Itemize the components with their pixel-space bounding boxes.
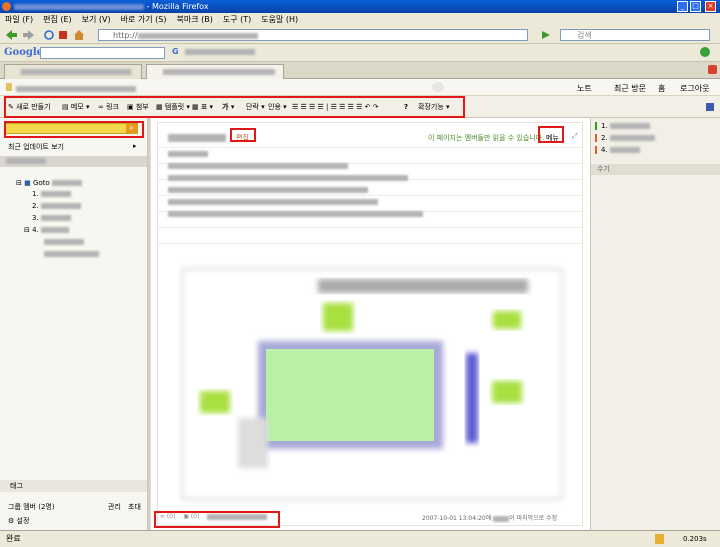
- site-name-blurred: [16, 84, 136, 93]
- recent-visits-link[interactable]: 최근 방문: [614, 83, 646, 94]
- table-button[interactable]: ▦ 표 ▾: [192, 103, 213, 111]
- title-bar: - Mozilla Firefox _ □ ×: [0, 0, 720, 13]
- right-section-header: 수기: [591, 164, 720, 175]
- menu-view[interactable]: 보기 (V): [77, 13, 116, 26]
- tree-subitem[interactable]: [44, 250, 99, 258]
- settings-link[interactable]: ⚙ 설정: [8, 516, 29, 526]
- status-text: 완료: [6, 534, 21, 543]
- link-button[interactable]: ∞ 링크: [98, 103, 119, 111]
- maximize-button[interactable]: □: [690, 1, 701, 12]
- status-indicator-icon: [700, 47, 710, 57]
- go-icon[interactable]: [541, 30, 551, 40]
- menu-button[interactable]: 메뉴: [546, 133, 559, 143]
- forward-icon: [23, 30, 34, 40]
- page-title-blurred: [14, 3, 144, 10]
- last-modified-info: 2007-10-01 13:04:20에 이 마지막으로 수정: [422, 515, 558, 522]
- edit-link[interactable]: 편집: [236, 133, 249, 143]
- site-icon: [6, 83, 12, 91]
- app-header-bar: 노트 최근 방문 홈 로그아웃: [0, 79, 720, 96]
- sidebar-search-input[interactable]: ⌕: [5, 123, 138, 134]
- expand-icon[interactable]: ⤢: [572, 132, 578, 141]
- url-bar[interactable]: http://: [98, 29, 528, 41]
- right-panel: 1. 2. 4. 수기: [590, 118, 720, 530]
- page-body-text: [168, 151, 468, 223]
- menu-file[interactable]: 파일 (F): [0, 13, 38, 26]
- comments-count[interactable]: ∞ (0): [160, 513, 175, 520]
- back-icon: [6, 30, 17, 40]
- wiki-page: 편집 이 페이지는 멤버들만 읽을 수 있습니다. 메뉴 ⤢ ∞ (0) ▣ (…: [157, 122, 583, 526]
- group-members[interactable]: 그룹 멤버 (2명) 관리 초대: [8, 502, 143, 512]
- tree-item[interactable]: 3.: [32, 214, 71, 222]
- url-text: http://: [113, 31, 138, 40]
- google-toolbar-buttons[interactable]: [185, 47, 265, 56]
- memo-button[interactable]: ▤ 메모 ▾: [62, 103, 89, 111]
- page-title-blurred: [168, 133, 226, 142]
- recent-updates-link[interactable]: 최근 업데이트 보기 ▸: [8, 142, 137, 152]
- tab-bar: [0, 62, 720, 79]
- attach-button[interactable]: ▣ 첨부: [127, 103, 149, 111]
- search-icon[interactable]: ⌕: [126, 124, 137, 133]
- tab-2[interactable]: [146, 64, 284, 79]
- right-item[interactable]: 4.: [595, 146, 715, 154]
- right-item[interactable]: 2.: [595, 134, 715, 142]
- logout-link[interactable]: 로그아웃: [680, 83, 709, 94]
- search-input[interactable]: 검색: [560, 29, 710, 41]
- embedded-diagram-image: [181, 268, 563, 500]
- sidebar: ⌕ 최근 업데이트 보기 ▸ ⊟ ■ Goto 1. 2. 3. ⊟ 4. 태그 …: [0, 118, 148, 530]
- home-link[interactable]: 홈: [658, 83, 665, 94]
- menu-bar: 파일 (F) 편집 (E) 보기 (V) 바로 가기 (S) 북마크 (B) 도구 (T)…: [0, 13, 720, 26]
- stop-icon: [59, 31, 67, 39]
- tree-item[interactable]: 2.: [32, 202, 81, 210]
- tree-subitem[interactable]: [44, 238, 84, 246]
- status-bar: 완료 0.203s: [0, 530, 720, 547]
- editor-toolbar: ✎ 새로 만들기 ▤ 메모 ▾ ∞ 링크 ▣ 첨부 ▦ 템플릿 ▾ ▦ 표 ▾ …: [0, 96, 720, 118]
- navigation-bar: http:// 검색: [0, 26, 720, 44]
- files-count[interactable]: ▣ (0): [183, 513, 199, 520]
- firefox-icon: [2, 2, 11, 11]
- permission-notice: 이 페이지는 멤버들만 읽을 수 있습니다.: [428, 134, 545, 142]
- help-button[interactable]: ?: [404, 103, 408, 111]
- lock-icon: [655, 534, 664, 544]
- menu-help[interactable]: 도움말 (H): [256, 13, 303, 26]
- template-button[interactable]: ▦ 템플릿 ▾: [156, 103, 190, 111]
- google-toolbar: Google G: [0, 44, 720, 62]
- group-manage-link[interactable]: 관리: [108, 502, 121, 512]
- google-search-input[interactable]: [40, 47, 165, 59]
- paragraph-button[interactable]: 단락 ▾: [246, 103, 265, 111]
- nav-buttons: [6, 30, 84, 40]
- close-button[interactable]: ×: [705, 1, 716, 12]
- search-placeholder: 검색: [577, 31, 592, 40]
- notes-link[interactable]: 노트: [577, 83, 592, 94]
- main-content: 편집 이 페이지는 멤버들만 읽을 수 있습니다. 메뉴 ⤢ ∞ (0) ▣ (…: [150, 118, 590, 530]
- menu-bookmarks[interactable]: 북마크 (B): [172, 13, 218, 26]
- google-logo: Google: [4, 47, 44, 58]
- align-buttons[interactable]: ☰ ☰ ☰ ☰ | ☰ ☰ ☰ ☰ ↶ ↷: [292, 103, 379, 111]
- load-timer: 0.203s: [683, 535, 707, 543]
- reload-icon: [44, 30, 54, 40]
- google-search-button[interactable]: G: [172, 47, 179, 56]
- sidebar-section-header: [0, 156, 147, 167]
- menu-go[interactable]: 바로 가기 (S): [116, 13, 172, 26]
- group-invite-link[interactable]: 초대: [128, 502, 141, 512]
- font-button[interactable]: 가 ▾: [222, 103, 234, 111]
- url-blurred: [137, 32, 258, 39]
- tree-root[interactable]: ⊟ ■ Goto: [16, 179, 82, 187]
- close-tab-icon[interactable]: [708, 65, 717, 74]
- tab-1[interactable]: [4, 64, 142, 79]
- save-icon[interactable]: [706, 103, 714, 111]
- home-icon: [74, 30, 84, 40]
- menu-edit[interactable]: 편집 (E): [38, 13, 77, 26]
- tree-item[interactable]: 1.: [32, 190, 71, 198]
- cloud-icon: [432, 82, 444, 92]
- page-footer: ∞ (0) ▣ (0): [160, 513, 268, 520]
- minimize-button[interactable]: _: [677, 1, 688, 12]
- tag-header: 태그: [0, 480, 147, 492]
- tree-item[interactable]: ⊟ 4.: [24, 226, 70, 234]
- right-item[interactable]: 1.: [595, 122, 715, 130]
- quote-button[interactable]: 인용 ▾: [268, 103, 287, 111]
- new-page-button[interactable]: ✎ 새로 만들기: [8, 103, 51, 111]
- menu-tools[interactable]: 도구 (T): [218, 13, 256, 26]
- window-title: - Mozilla Firefox: [146, 2, 209, 11]
- extensions-button[interactable]: 확장기능 ▾: [418, 103, 450, 111]
